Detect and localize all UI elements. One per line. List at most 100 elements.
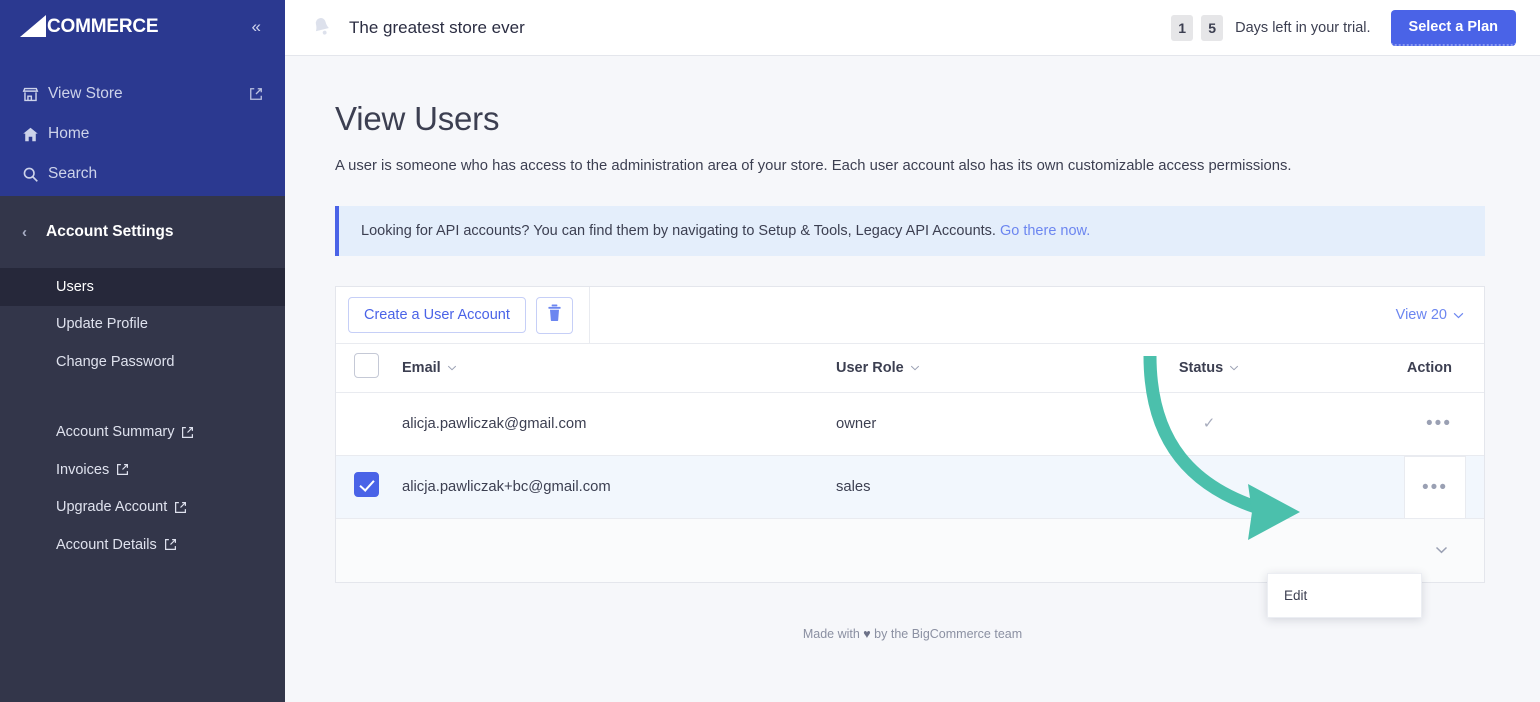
sort-email[interactable]: Email: [402, 360, 457, 376]
footer-prefix: Made with: [802, 626, 864, 641]
chevron-down-icon[interactable]: [1435, 541, 1448, 559]
row-checkbox[interactable]: [354, 472, 379, 497]
table-header: Email User Role Status Action: [336, 344, 1484, 392]
bigcommerce-logo-text: COMMERCE: [47, 15, 159, 37]
bigcommerce-logo[interactable]: COMMERCE: [20, 15, 159, 37]
sidebar-item-search[interactable]: Search: [0, 154, 285, 194]
sidebar-item-users[interactable]: Users: [0, 268, 285, 306]
row-select-cell: [336, 392, 402, 455]
heart-icon: ♥: [863, 626, 871, 641]
menu-item-edit[interactable]: Edit: [1268, 574, 1421, 617]
sidebar-item-view-store[interactable]: View Store: [0, 74, 285, 114]
cell-status: ✓: [1202, 416, 1216, 432]
sidebar-item-update-profile[interactable]: Update Profile: [0, 306, 285, 344]
app-root: COMMERCE « View Store Home Search ‹ Acco…: [0, 0, 1540, 702]
table-row[interactable]: alicja.pawliczak+bc@gmail.com sales ✓ ••…: [336, 455, 1484, 518]
sidebar-item-change-password[interactable]: Change Password: [0, 343, 285, 381]
footer-credit: Made with ♥ by the BigCommerce team: [335, 627, 1490, 641]
column-label: Email: [402, 359, 441, 376]
ellipsis-icon[interactable]: •••: [1426, 414, 1452, 433]
sidebar-item-account-summary[interactable]: Account Summary: [0, 414, 285, 452]
sidebar: COMMERCE « View Store Home Search ‹ Acco…: [0, 0, 285, 702]
chevron-down-icon: [910, 365, 920, 371]
footer-suffix: by the BigCommerce team: [870, 626, 1023, 641]
sidebar-item-label: Home: [48, 125, 90, 142]
trial-indicator: 1 5 Days left in your trial. Select a Pl…: [1171, 9, 1516, 46]
delete-button[interactable]: [535, 296, 573, 334]
sidebar-subitem-label: Users: [56, 278, 94, 295]
sort-user-role[interactable]: User Role: [836, 360, 920, 376]
ellipsis-icon: •••: [1422, 476, 1448, 498]
select-a-plan-button[interactable]: Select a Plan: [1390, 9, 1516, 46]
sort-status[interactable]: Status: [1179, 360, 1239, 376]
cell-action: •••: [1324, 392, 1484, 455]
external-link-icon: [249, 87, 263, 101]
cell-user-role: owner: [836, 415, 877, 432]
trial-label: Days left in your trial.: [1235, 19, 1371, 36]
table-body: alicja.pawliczak@gmail.com owner ✓ ••• a…: [336, 392, 1484, 518]
chevron-down-icon: [1229, 365, 1239, 371]
page-description: A user is someone who has access to the …: [335, 158, 1292, 174]
chevron-left-icon[interactable]: ‹: [22, 224, 46, 241]
cell-user-role: sales: [836, 478, 871, 495]
toolbar-actions: Create a User Account: [336, 287, 590, 343]
search-icon: [22, 166, 48, 183]
sidebar-item-invoices[interactable]: Invoices: [0, 451, 285, 489]
toolbar-right: View 20: [1396, 307, 1484, 323]
column-label: User Role: [836, 359, 904, 376]
sidebar-subitem-label: Change Password: [56, 353, 175, 370]
select-all-checkbox[interactable]: [354, 353, 379, 379]
storefront-icon: [22, 86, 48, 103]
sidebar-section-account-settings[interactable]: ‹ Account Settings: [0, 196, 285, 268]
row-action-menu-button[interactable]: •••: [1404, 455, 1466, 518]
cell-email: alicja.pawliczak@gmail.com: [402, 415, 587, 432]
page-content: View Users A user is someone who has acc…: [285, 56, 1540, 702]
sidebar-subitem-label: Account Details: [56, 536, 157, 553]
sidebar-subitem-label: Upgrade Account: [56, 499, 168, 516]
chevron-down-icon: [1453, 307, 1464, 323]
sidebar-item-account-details[interactable]: Account Details: [0, 526, 285, 564]
cell-email: alicja.pawliczak+bc@gmail.com: [402, 478, 611, 495]
external-link-icon: [174, 501, 187, 514]
go-there-now-link[interactable]: Go there now.: [1000, 223, 1090, 239]
column-status: Status: [1094, 344, 1324, 392]
column-user-role: User Role: [836, 344, 1094, 392]
sidebar-item-upgrade-account[interactable]: Upgrade Account: [0, 489, 285, 527]
sidebar-item-home[interactable]: Home: [0, 114, 285, 154]
sidebar-item-label: Search: [48, 165, 98, 182]
external-link-icon: [116, 463, 129, 476]
bell-icon[interactable]: [307, 13, 337, 43]
page-title: View Users: [335, 100, 500, 137]
column-email: Email: [402, 344, 836, 392]
users-table-card: Create a User Account View 20 Email User…: [335, 286, 1485, 618]
sidebar-section-label: Account Settings: [46, 223, 174, 240]
banner-text: Looking for API accounts? You can find t…: [361, 223, 996, 239]
bigcommerce-logo-mark-icon: [20, 15, 46, 37]
chevron-down-icon: [447, 365, 457, 371]
store-title: The greatest store ever: [349, 17, 525, 37]
external-link-icon: [164, 538, 177, 551]
view-count-label: View 20: [1395, 307, 1447, 323]
chevrons-left-icon[interactable]: «: [246, 12, 267, 41]
trial-digit-tens: 1: [1171, 14, 1194, 41]
column-action: Action: [1324, 344, 1484, 392]
create-user-account-button[interactable]: Create a User Account: [348, 297, 526, 333]
users-table: Email User Role Status Action alicja.paw…: [336, 344, 1484, 519]
sidebar-subitem-label: Account Summary: [56, 424, 175, 441]
table-row[interactable]: alicja.pawliczak@gmail.com owner ✓ •••: [336, 392, 1484, 455]
topbar: The greatest store ever 1 5 Days left in…: [285, 0, 1540, 56]
external-link-icon: [181, 426, 194, 439]
api-accounts-banner: Looking for API accounts? You can find t…: [335, 206, 1485, 256]
row-select-cell: [336, 455, 402, 518]
sidebar-primary-nav: View Store Home Search: [0, 52, 285, 194]
view-count-dropdown[interactable]: View 20: [1396, 307, 1464, 323]
sidebar-top-section: COMMERCE « View Store Home Search: [0, 0, 285, 196]
column-select-all: [336, 344, 402, 392]
sidebar-item-label: View Store: [48, 85, 123, 102]
main-area: The greatest store ever 1 5 Days left in…: [285, 0, 1540, 702]
column-label: Status: [1178, 359, 1224, 376]
sidebar-logo-row: COMMERCE «: [0, 0, 285, 52]
trial-digit-ones: 5: [1201, 14, 1224, 41]
sidebar-subitem-label: Update Profile: [56, 316, 148, 333]
